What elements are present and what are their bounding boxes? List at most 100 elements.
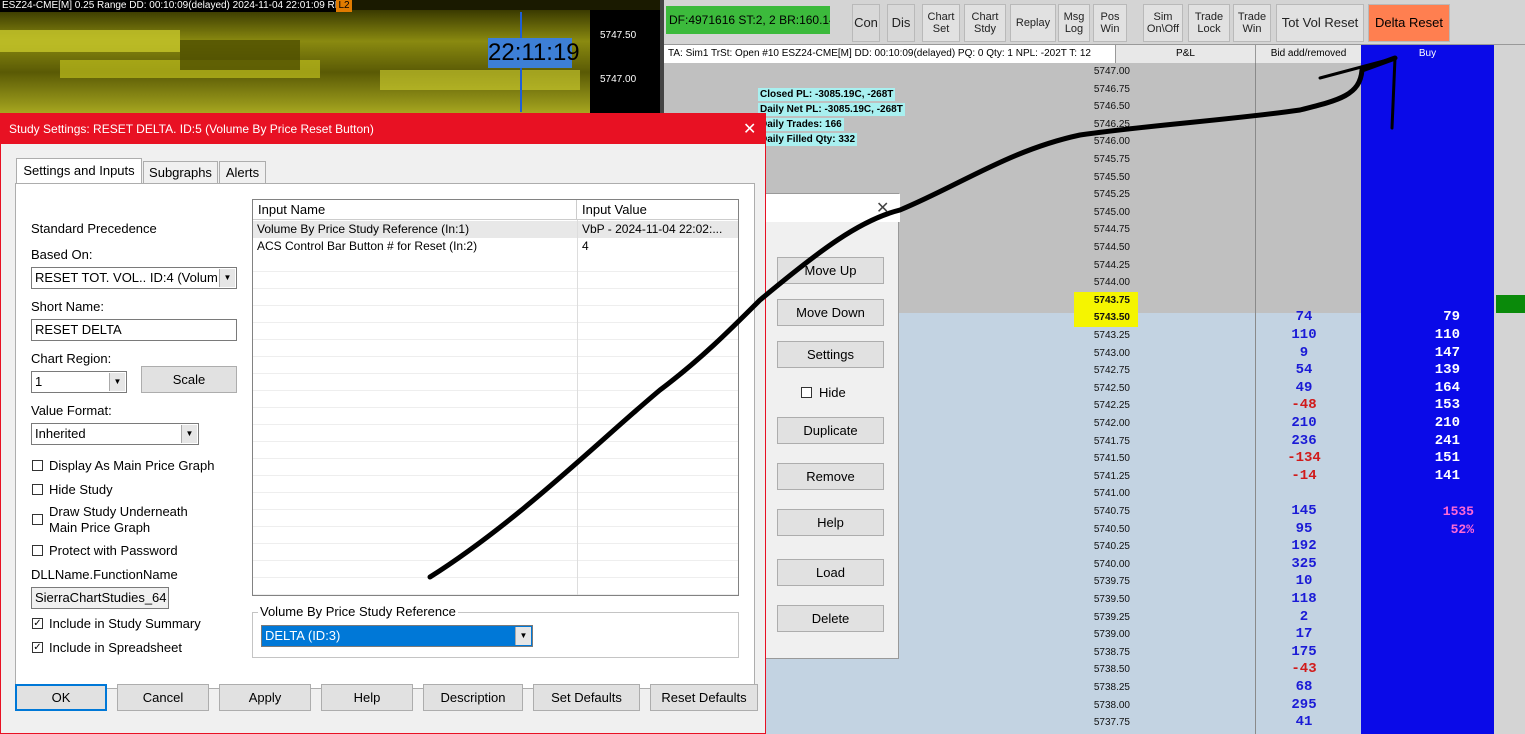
trade-lock-button[interactable]: Trade Lock xyxy=(1188,4,1230,42)
ok-button[interactable]: OK xyxy=(15,684,107,711)
include-summary-label: Include in Study Summary xyxy=(49,616,201,631)
move-down-button[interactable]: Move Down xyxy=(777,299,884,326)
ladder-price: 5742.50 xyxy=(1093,382,1130,394)
chart-set-button[interactable]: Chart Set xyxy=(922,4,960,42)
ladder-price: 5747.00 xyxy=(1093,66,1130,77)
duplicate-button[interactable]: Duplicate xyxy=(777,417,884,444)
value-format-label: Value Format: xyxy=(31,403,112,418)
ladder-price: 5739.75 xyxy=(1093,576,1130,588)
hide-study-checkbox[interactable] xyxy=(32,484,43,495)
ladder-price: 5745.00 xyxy=(1093,206,1130,218)
col-input-name[interactable]: Input Name xyxy=(253,200,577,220)
buy-value: 241 xyxy=(1434,432,1460,449)
dll-input[interactable]: SierraChartStudies_64 xyxy=(31,587,169,609)
ladder-price: 5738.25 xyxy=(1093,682,1130,693)
ladder-price: 5741.75 xyxy=(1093,435,1130,447)
daily-trades: Daily Trades: 166 xyxy=(758,118,844,131)
msg-log-button[interactable]: Msg Log xyxy=(1058,4,1090,42)
tab-alerts[interactable]: Alerts xyxy=(219,161,266,183)
reset-defaults-button[interactable]: Reset Defaults xyxy=(650,684,758,711)
buy-value: 210 xyxy=(1434,415,1460,431)
description-button[interactable]: Description xyxy=(423,684,523,711)
load-button[interactable]: Load xyxy=(777,559,884,586)
bid-added-value: 68 xyxy=(1295,679,1313,695)
vbp-reference-select[interactable]: DELTA (ID:3) ▼ xyxy=(261,625,533,647)
dialog-close-icon[interactable]: ✕ xyxy=(743,119,756,139)
table-row[interactable]: Volume By Price Study Reference (In:1) V… xyxy=(253,221,738,238)
close-icon[interactable]: ✕ xyxy=(876,198,889,218)
dis-button[interactable]: Dis xyxy=(887,4,915,42)
bid-added-value: 192 xyxy=(1291,538,1317,555)
ladder-price: 5741.00 xyxy=(1093,488,1130,500)
con-button[interactable]: Con xyxy=(852,4,880,42)
bid-added-value: 210 xyxy=(1291,415,1317,431)
left-chart[interactable]: ESZ24-CME[M] 0.25 Range DD: 00:10:09(del… xyxy=(0,0,660,114)
help-button[interactable]: Help xyxy=(777,509,884,536)
based-on-label: Based On: xyxy=(31,247,93,262)
ladder-price: 5744.50 xyxy=(1093,242,1130,253)
buy-value: 110 xyxy=(1434,327,1460,343)
bid-added-value: 236 xyxy=(1291,432,1317,449)
include-spreadsheet-checkbox[interactable]: ✓ xyxy=(32,642,43,653)
pos-win-button[interactable]: Pos Win xyxy=(1093,4,1127,42)
row-value: VbP - 2024-11-04 22:02:... xyxy=(582,222,723,236)
study-settings-dialog: Study Settings: RESET DELTA. ID:5 (Volum… xyxy=(0,113,766,734)
bid-added-value: 175 xyxy=(1291,643,1317,660)
trade-win-button[interactable]: Trade Win xyxy=(1233,4,1271,42)
ladder-price: 5742.75 xyxy=(1093,365,1130,377)
short-name-label: Short Name: xyxy=(31,299,104,314)
ladder-price: 5737.75 xyxy=(1093,717,1130,729)
settings-button[interactable]: Settings xyxy=(777,341,884,368)
cancel-button[interactable]: Cancel xyxy=(117,684,209,711)
row-name: Volume By Price Study Reference (In:1) xyxy=(257,222,470,236)
help-button[interactable]: Help xyxy=(321,684,413,711)
value-format-select[interactable]: Inherited ▼ xyxy=(31,423,199,445)
move-up-button[interactable]: Move Up xyxy=(777,257,884,284)
sim-button[interactable]: Sim On\Off xyxy=(1143,4,1183,42)
tab-settings-inputs[interactable]: Settings and Inputs xyxy=(16,158,142,183)
based-on-select[interactable]: RESET TOT. VOL.. ID:4 (Volum ▼ xyxy=(31,267,237,289)
col-input-value[interactable]: Input Value xyxy=(577,200,738,220)
hide-checkbox[interactable] xyxy=(801,387,812,398)
tab-subgraphs[interactable]: Subgraphs xyxy=(143,161,218,183)
protect-password-checkbox[interactable] xyxy=(32,545,43,556)
buy-value: 151 xyxy=(1434,450,1460,467)
include-summary-checkbox[interactable]: ✓ xyxy=(32,618,43,629)
chart-stdy-button[interactable]: Chart Stdy xyxy=(964,4,1006,42)
delta-reset-button[interactable]: Delta Reset xyxy=(1368,4,1450,42)
inputs-table[interactable]: Input Name Input Value Volume By Price S… xyxy=(252,199,739,596)
draw-underneath-label: Draw Study Underneath Main Price Graph xyxy=(49,504,188,535)
replay-button[interactable]: Replay xyxy=(1010,4,1056,42)
bid-added-value: -43 xyxy=(1291,661,1317,678)
bid-added-value: 17 xyxy=(1295,626,1313,643)
draw-underneath-checkbox[interactable] xyxy=(32,514,43,525)
bid-added-value: -134 xyxy=(1287,450,1321,467)
set-defaults-button[interactable]: Set Defaults xyxy=(533,684,640,711)
table-row[interactable]: ACS Control Bar Button # for Reset (In:2… xyxy=(253,238,738,255)
tot-vol-reset-button[interactable]: Tot Vol Reset xyxy=(1276,4,1364,42)
apply-button[interactable]: Apply xyxy=(219,684,311,711)
chevron-down-icon: ▼ xyxy=(181,425,197,443)
l2-badge: L2 xyxy=(336,0,352,12)
short-name-input[interactable]: RESET DELTA xyxy=(31,319,237,341)
ladder-price: 5739.25 xyxy=(1093,611,1130,623)
price-label-2: 5747.00 xyxy=(600,74,637,85)
bid-added-value: 118 xyxy=(1291,591,1317,607)
display-main-price-checkbox[interactable] xyxy=(32,460,43,471)
chart-region-select[interactable]: 1 ▼ xyxy=(31,371,127,393)
chevron-down-icon: ▼ xyxy=(109,373,125,391)
scale-button[interactable]: Scale xyxy=(141,366,237,393)
dll-label: DLLName.FunctionName xyxy=(31,567,178,582)
remove-button[interactable]: Remove xyxy=(777,463,884,490)
ladder-price: 5746.00 xyxy=(1093,136,1130,148)
ladder-price: 5738.50 xyxy=(1093,664,1130,676)
ladder-price: 5743.25 xyxy=(1093,330,1130,341)
ladder-price: 5744.25 xyxy=(1093,259,1130,271)
hide-study-label: Hide Study xyxy=(49,482,113,497)
buy-value: 52% xyxy=(1450,521,1474,537)
dialog-titlebar[interactable]: Study Settings: RESET DELTA. ID:5 (Volum… xyxy=(1,114,765,144)
buy-value: 164 xyxy=(1434,379,1460,396)
chart-header: ESZ24-CME[M] 0.25 Range DD: 00:10:09(del… xyxy=(0,0,336,12)
delete-button[interactable]: Delete xyxy=(777,605,884,632)
buy-value: 139 xyxy=(1434,362,1460,379)
